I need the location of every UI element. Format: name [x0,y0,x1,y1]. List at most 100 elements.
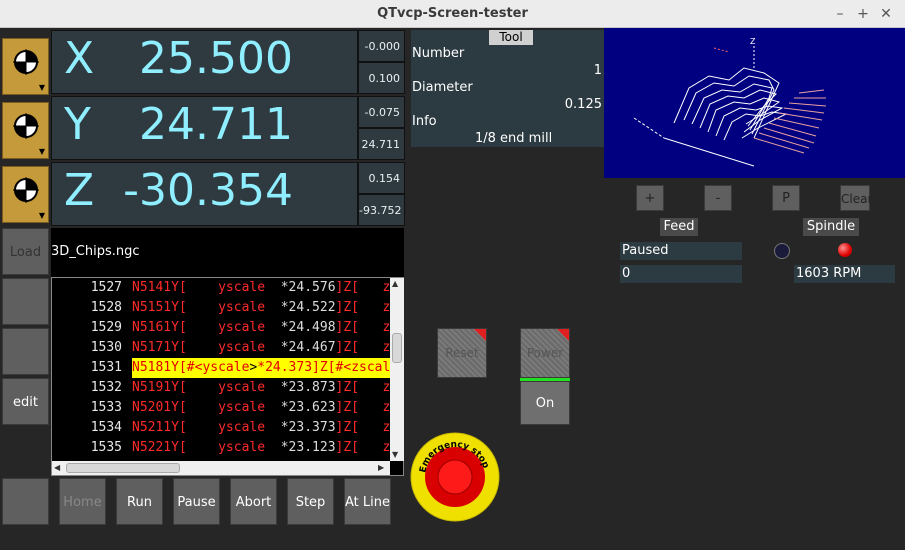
machine-power-button[interactable]: Power [520,328,570,378]
title-bar: QTvcp-Screen-tester – + ✕ [0,0,905,28]
emergency-stop-button[interactable]: Emergency stop [410,432,500,522]
dro-x: X 25.500 [51,30,358,94]
gcode-line-number: 1532 [90,380,122,395]
dro-x-rel: -0.000 [358,30,405,62]
dro-y-dtg: 24.711 [358,128,405,160]
axis-label-y: Y [64,99,91,150]
file-name: 3D_Chips.ngc [51,244,140,259]
gcode-line-number: 1533 [90,400,122,415]
dro-y-value: 24.711 [139,99,293,150]
gcode-editor[interactable]: 1527N5141Y[ yscale *24.576]Z[ zscale *15… [51,277,404,476]
bottom-blank-button[interactable] [2,478,49,525]
scroll-left-icon[interactable]: ◀ [54,463,60,472]
gcode-line-number: 1530 [90,340,122,355]
pause-button[interactable]: Pause [173,478,220,525]
gcode-line[interactable]: 1527 N5141Y[ yscale *24.576]Z[ zscale * [52,278,392,298]
toolpath-graphic: Z [633,37,827,167]
gcode-line[interactable]: 1532 N5191Y[ yscale *23.873]Z[ zscale * [52,378,392,398]
abort-button[interactable]: Abort [230,478,277,525]
gcode-line-text: N5141Y[ yscale *24.576]Z[ zscale * [132,280,390,295]
estop-reset-label: Reset [445,346,479,360]
feed-value: 0 [620,265,742,283]
tool-info-value: 1/8 end mill [475,131,553,146]
dro-z-dtg: -93.752 [358,194,405,226]
zoom-in-button[interactable]: + [636,185,664,211]
side-button-3[interactable] [2,328,49,375]
feed-label: Feed [660,218,698,236]
ref-y-button[interactable]: ▼ [2,102,49,159]
gcode-line-text: N5171Y[ yscale *24.467]Z[ zscale * [132,340,390,355]
ref-x-button[interactable]: ▼ [2,38,49,95]
gcode-line-text: N5191Y[ yscale *23.873]Z[ zscale * [132,380,390,395]
at-line-button[interactable]: At Line [344,478,391,525]
tool-number-label: Number [412,46,465,61]
gcode-line[interactable]: 1529 N5161Y[ yscale *24.498]Z[ zscale * [52,318,392,338]
on-button[interactable]: On [520,381,570,425]
gcode-line-number: 1531 [90,360,122,375]
gcode-line-text: N5181Y[#<yscale>*24.373]Z[#<zscale>* [132,358,390,378]
gcode-line[interactable]: 1528 N5151Y[ yscale *24.522]Z[ zscale * [52,298,392,318]
gcode-line-text: N5201Y[ yscale *23.623]Z[ zscale * [132,400,390,415]
dro-x-value: 25.500 [139,33,293,84]
file-label-area: 3D_Chips.ngc [51,228,404,277]
dro-z: Z -30.354 [51,162,358,226]
crosshair-icon [13,113,39,139]
spindle-led-icon [838,243,852,257]
vertical-scroll-thumb[interactable] [392,333,402,363]
svg-text:Z: Z [750,37,756,46]
tool-diameter-label: Diameter [412,80,473,95]
emergency-stop-icon: Emergency stop [410,432,500,522]
spindle-rpm: 1603 RPM [794,265,895,283]
scroll-down-icon[interactable]: ▼ [392,450,398,459]
gcode-line[interactable]: 1534 N5211Y[ yscale *23.373]Z[ zscale * [52,418,392,438]
edit-button[interactable]: edit [2,378,49,425]
window-title: QTvcp-Screen-tester [377,6,528,21]
dro-z-rel: 0.154 [358,162,405,194]
chevron-down-icon: ▼ [38,211,45,220]
side-button-2[interactable] [2,278,49,325]
gcode-preview[interactable]: Z [604,28,905,178]
gcode-line[interactable]: 1535 N5221Y[ yscale *23.123]Z[ zscale * [52,438,392,458]
spindle-label: Spindle [803,218,859,236]
scroll-right-icon[interactable]: ▶ [378,463,384,472]
feed-status: Paused [620,242,742,260]
estop-reset-button[interactable]: Reset [437,328,487,378]
tool-info-label: Info [412,114,437,129]
crosshair-icon [13,177,39,203]
zoom-out-button[interactable]: - [704,185,732,211]
machine-power-label: Power [526,346,564,360]
axis-label-z: Z [64,165,95,216]
gcode-line-number: 1527 [90,280,122,295]
horizontal-scrollbar[interactable]: ◀ ▶ [52,461,390,475]
axis-label-x: X [64,33,95,84]
corner-indicator-icon [557,329,569,341]
home-button[interactable]: Home [59,478,106,525]
tool-title: Tool [489,30,533,45]
tool-panel: Tool Number 1 Diameter 0.125 Info 1/8 en… [411,30,604,147]
gcode-line-text: N5161Y[ yscale *24.498]Z[ zscale * [132,320,390,335]
gcode-line[interactable]: 1530 N5171Y[ yscale *24.467]Z[ zscale * [52,338,392,358]
minimize-button[interactable]: – [830,4,850,24]
crosshair-icon [13,49,39,75]
tool-diameter-value: 0.125 [564,97,602,112]
gcode-line-number: 1534 [90,420,122,435]
chevron-down-icon: ▼ [38,147,45,156]
ref-z-button[interactable]: ▼ [2,166,49,223]
gcode-line[interactable]: 1533 N5201Y[ yscale *23.623]Z[ zscale * [52,398,392,418]
horizontal-scroll-thumb[interactable] [66,463,180,473]
close-button[interactable]: ✕ [876,4,896,24]
run-button[interactable]: Run [116,478,163,525]
step-button[interactable]: Step [287,478,334,525]
scroll-up-icon[interactable]: ▲ [392,279,398,288]
vertical-scrollbar[interactable]: ▲ ▼ [390,278,404,461]
dro-x-dtg: 0.100 [358,62,405,94]
load-button[interactable]: Load [2,228,49,275]
dro-z-value: -30.354 [123,165,293,216]
gcode-line-number: 1528 [90,300,122,315]
clear-button[interactable]: Clear [840,185,872,211]
view-p-button[interactable]: P [772,185,800,211]
dro-y-rel: -0.075 [358,96,405,128]
gcode-line-current[interactable]: 1531 N5181Y[#<yscale>*24.373]Z[#<zscale>* [52,358,392,378]
gcode-line-text: N5221Y[ yscale *23.123]Z[ zscale * [132,440,390,455]
maximize-button[interactable]: + [853,4,873,24]
